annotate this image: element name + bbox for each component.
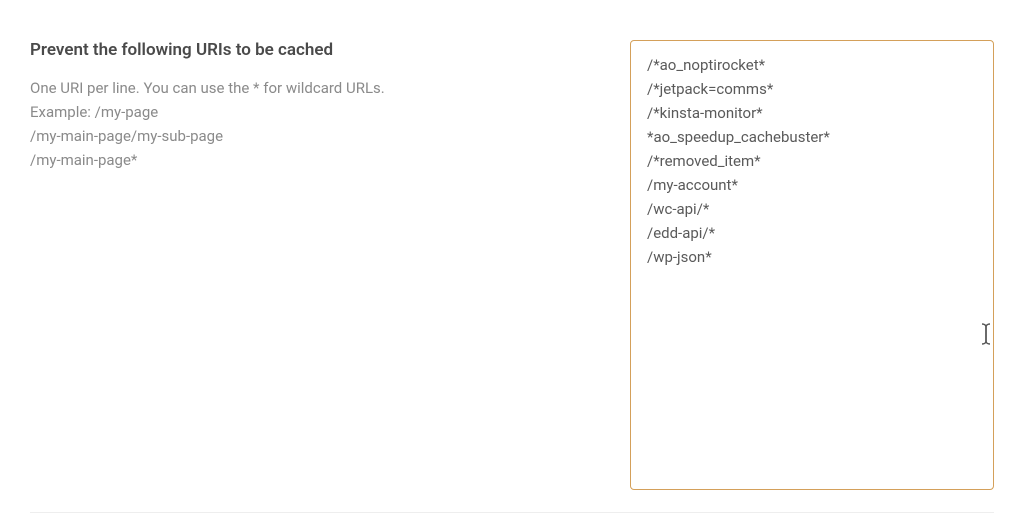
help-line: /my-main-page/my-sub-page: [30, 124, 590, 148]
help-line: Example: /my-page: [30, 100, 590, 124]
help-line: One URI per line. You can use the * for …: [30, 76, 590, 100]
uri-exclusion-textarea[interactable]: [630, 40, 994, 490]
section-divider: [30, 512, 994, 513]
help-line: /my-main-page*: [30, 148, 590, 172]
section-title: Prevent the following URIs to be cached: [30, 40, 590, 60]
help-text: One URI per line. You can use the * for …: [30, 76, 590, 172]
input-column: [630, 40, 994, 501]
description-column: Prevent the following URIs to be cached …: [30, 40, 590, 501]
settings-row: Prevent the following URIs to be cached …: [30, 40, 994, 501]
